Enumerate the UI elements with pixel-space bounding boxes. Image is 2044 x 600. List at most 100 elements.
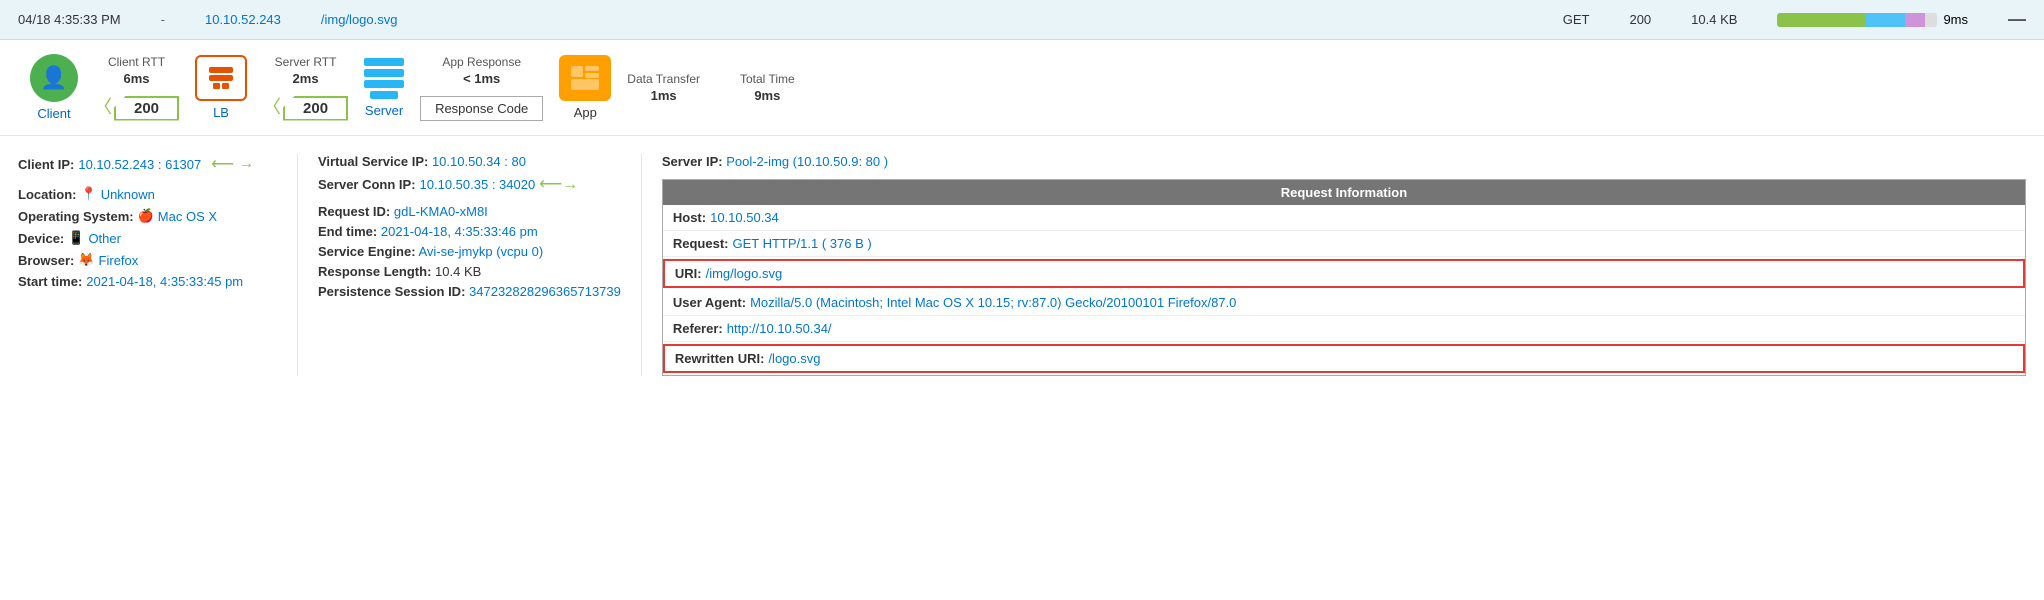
uri-label: URI: <box>675 266 702 281</box>
total-duration: 9ms <box>1943 12 1968 27</box>
client-label: Client <box>37 106 70 121</box>
server-line-4 <box>370 91 398 99</box>
arrow-bidirectional: ⟵ <box>211 154 234 174</box>
client-ip-line: Client IP: 10.10.52.243 : 61307 ⟵ → <box>18 154 279 174</box>
pb-server-segment <box>1865 13 1905 27</box>
server-conn-label: Server Conn IP: <box>318 177 416 192</box>
server-ip-row: Server IP: Pool-2-img (10.10.50.9: 80 ) <box>662 154 2026 169</box>
pb-client-segment <box>1777 13 1865 27</box>
client-ip-label: Client IP: <box>18 157 74 172</box>
server-line-1 <box>364 58 404 66</box>
request-info-table: Request Information Host: 10.10.50.34 Re… <box>662 179 2026 376</box>
user-agent-value: Mozilla/5.0 (Macintosh; Intel Mac OS X 1… <box>750 295 1236 310</box>
client-rtt-group: Client RTT 6ms 〈 200 <box>94 55 179 121</box>
location-line: Location: 📍 Unknown <box>18 186 279 202</box>
arrow-right: → <box>238 155 254 173</box>
server-rtt-value: 2ms <box>293 71 319 86</box>
client-ip-value: 10.10.52.243 : 61307 <box>78 157 201 172</box>
source-ip: 10.10.52.243 <box>205 12 281 27</box>
vs-ip-value: 10.10.50.34 : 80 <box>432 154 526 169</box>
app-response-title: App Response <box>442 55 521 69</box>
metrics-row: 👤 Client Client RTT 6ms 〈 200 LB Server … <box>0 40 2044 136</box>
client-icon: 👤 <box>30 54 78 102</box>
server-conn-row: Server Conn IP: 10.10.50.35 : 34020 ⟵→ <box>318 174 621 194</box>
location-icon: 📍 <box>81 186 97 202</box>
request-value: GET HTTP/1.1 ( 376 B ) <box>733 236 872 251</box>
request-row: Request: GET HTTP/1.1 ( 376 B ) <box>663 231 2025 257</box>
pb-app-segment <box>1905 13 1924 27</box>
top-bar: 04/18 4:35:33 PM - 10.10.52.243 /img/log… <box>0 0 2044 40</box>
client-rtt-value: 6ms <box>124 71 150 86</box>
server-icon <box>364 58 404 99</box>
request-info-header: Request Information <box>663 180 2025 205</box>
service-engine-row: Service Engine: Avi-se-jmykp (vcpu 0) <box>318 244 621 259</box>
minimize-button[interactable]: — <box>2008 9 2026 30</box>
server-ip-label: Server IP: <box>662 154 723 169</box>
response-code-box: Response Code <box>420 96 543 121</box>
server-conn-value: 10.10.50.35 : 34020 <box>420 177 536 192</box>
app-icon <box>559 55 611 101</box>
user-agent-label: User Agent: <box>673 295 746 310</box>
host-row: Host: 10.10.50.34 <box>663 205 2025 231</box>
rewritten-uri-label: Rewritten URI: <box>675 351 765 366</box>
device-icon: 📱 <box>68 230 84 246</box>
arrow-right-client: 〈 <box>94 93 112 119</box>
rewritten-uri-row-highlighted: Rewritten URI: /logo.svg <box>663 344 2025 373</box>
persistence-value: 347232828296365713739 <box>469 284 621 299</box>
start-time-value: 2021-04-18, 4:35:33:45 pm <box>86 274 243 289</box>
app-label: App <box>574 105 597 120</box>
browser-icon: 🦊 <box>78 252 94 268</box>
referer-label: Referer: <box>673 321 723 336</box>
timestamp: 04/18 4:35:33 PM <box>18 12 121 27</box>
total-time-title: Total Time <box>740 72 795 86</box>
request-id-row: Request ID: gdL-KMA0-xM8I <box>318 204 621 219</box>
device-line: Device: 📱 Other <box>18 230 279 246</box>
data-transfer-title: Data Transfer <box>627 72 700 86</box>
user-agent-row: User Agent: Mozilla/5.0 (Macintosh; Inte… <box>663 290 2025 316</box>
device-value: Other <box>88 231 121 246</box>
app-response-value: < 1ms <box>463 71 500 86</box>
referer-value: http://10.10.50.34/ <box>727 321 832 336</box>
vs-ip-row: Virtual Service IP: 10.10.50.34 : 80 <box>318 154 621 169</box>
location-value: Unknown <box>101 187 155 202</box>
start-time-label: Start time: <box>18 274 82 289</box>
server-line-3 <box>364 80 404 88</box>
http-status: 200 <box>1629 12 1651 27</box>
app-node: App <box>559 55 611 120</box>
rewritten-uri-row: Rewritten URI: /logo.svg <box>665 346 2023 371</box>
host-value: 10.10.50.34 <box>710 210 779 225</box>
server-label: Server <box>365 103 403 118</box>
data-transfer-group: Data Transfer 1ms <box>627 72 700 103</box>
browser-label: Browser: <box>18 253 74 268</box>
right-panel: Server IP: Pool-2-img (10.10.50.9: 80 ) … <box>642 154 2026 376</box>
left-panel: Client IP: 10.10.52.243 : 61307 ⟵ → Loca… <box>18 154 298 376</box>
location-label: Location: <box>18 187 77 202</box>
lb-label: LB <box>213 105 229 120</box>
client-node: 👤 Client <box>30 54 78 121</box>
os-line: Operating System: 🍎 Mac OS X <box>18 208 279 224</box>
service-engine-label: Service Engine: <box>318 244 416 259</box>
data-transfer-value: 1ms <box>651 88 677 103</box>
uri-row-highlighted: URI: /img/logo.svg <box>663 259 2025 288</box>
referer-row: Referer: http://10.10.50.34/ <box>663 316 2025 342</box>
os-value: Mac OS X <box>158 209 217 224</box>
response-size: 10.4 KB <box>1691 12 1737 27</box>
lb-node: LB <box>195 55 247 120</box>
server-rtt-title: Server RTT <box>275 55 337 69</box>
client-rtt-title: Client RTT <box>108 55 165 69</box>
request-id-value: gdL-KMA0-xM8I <box>394 204 488 219</box>
vs-ip-label: Virtual Service IP: <box>318 154 428 169</box>
total-time-value: 9ms <box>754 88 780 103</box>
http-method: GET <box>1563 12 1590 27</box>
rewritten-uri-value: /logo.svg <box>768 351 820 366</box>
middle-panel: Virtual Service IP: 10.10.50.34 : 80 Ser… <box>298 154 642 376</box>
timing-bar-visual <box>1777 13 1937 27</box>
uri-value: /img/logo.svg <box>706 266 783 281</box>
browser-line: Browser: 🦊 Firefox <box>18 252 279 268</box>
lb-icon <box>195 55 247 101</box>
status-badge-client: 200 <box>114 96 179 121</box>
total-time-group: Total Time 9ms <box>740 72 795 103</box>
main-content: Client IP: 10.10.52.243 : 61307 ⟵ → Loca… <box>0 136 2044 376</box>
response-length-row: Response Length: 10.4 KB <box>318 264 621 279</box>
uri-row: URI: /img/logo.svg <box>665 261 2023 286</box>
